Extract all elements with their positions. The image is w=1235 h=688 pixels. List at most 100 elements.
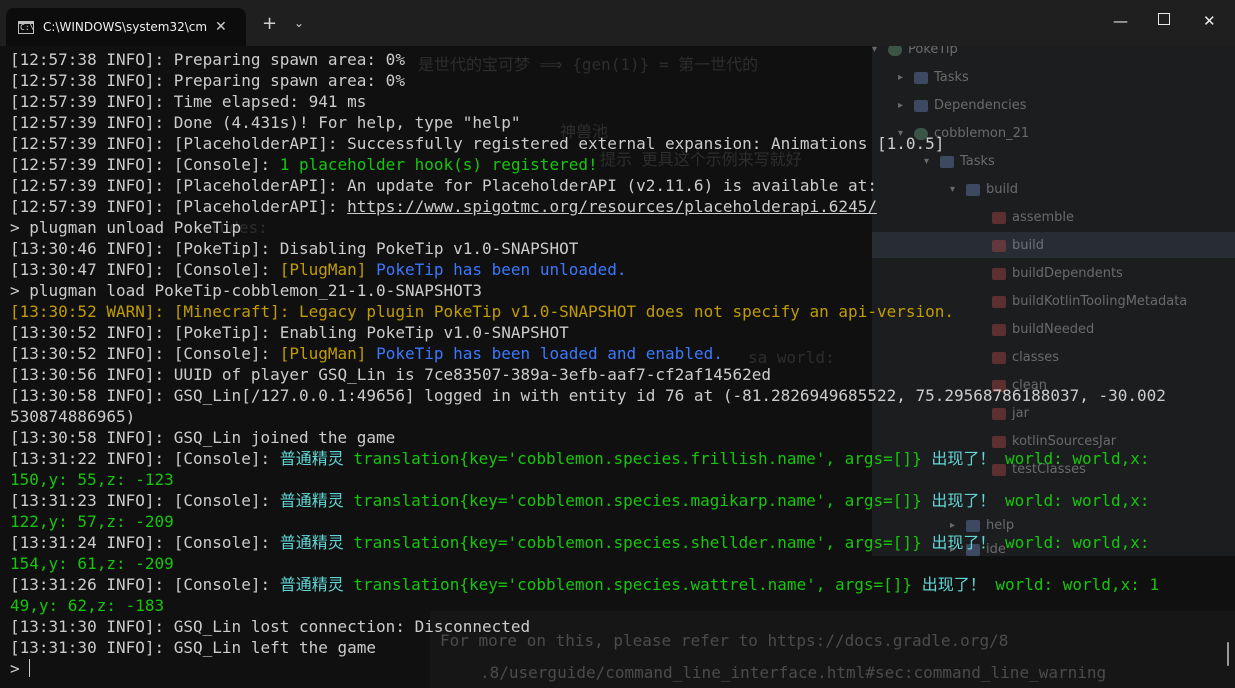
terminal-text: 530874886965) [10,407,136,426]
terminal-text: 普通精灵 [279,491,354,510]
terminal-text: [13:31:26 INFO]: [Console]: [10,575,280,594]
terminal-line: [13:30:46 INFO]: [PokeTip]: Disabling Po… [10,238,1225,259]
terminal-line: [13:31:30 INFO]: GSQ_Lin lost connection… [10,616,1225,637]
terminal-text: ] [356,260,377,279]
terminal-line: 150,y: 55,z: -123 [10,469,1225,490]
terminal-text: translation{key='cobblemon.species.frill… [353,449,922,468]
terminal-line: [12:57:39 INFO]: [Console]: 1 placeholde… [10,154,1225,175]
tab-cmd[interactable]: C:\ C:\WINDOWS\system32\cmd.exe ✕ [6,8,246,46]
terminal-text: world: world,x: 1 [985,575,1160,594]
terminal-text: [12:57:39 INFO]: [PlaceholderAPI]: [10,197,348,216]
terminal-text: [12:57:39 INFO]: [Console]: [10,155,280,174]
terminal-text: [13:31:30 INFO]: GSQ_Lin lost connection… [10,617,531,636]
terminal-line: [13:31:24 INFO]: [Console]: 普通精灵 transla… [10,532,1225,553]
terminal-line: [12:57:39 INFO]: Time elapsed: 941 ms [10,91,1225,112]
terminal-text: [13:31:24 INFO]: [Console]: [10,533,280,552]
terminal-line: 122,y: 57,z: -209 [10,511,1225,532]
terminal-line: [13:31:30 INFO]: GSQ_Lin left the game [10,637,1225,658]
terminal-text: 出现了！ [921,491,996,510]
terminal-text: 普通精灵 [279,575,354,594]
terminal-line: [13:30:58 INFO]: GSQ_Lin[/127.0.0.1:4965… [10,385,1225,406]
terminal-line: [12:57:39 INFO]: [PlaceholderAPI]: https… [10,196,1225,217]
terminal-text: world: world,x: [995,449,1150,468]
terminal-text: [13:30:52 INFO]: [PokeTip]: Enabling Pok… [10,323,569,342]
terminal-link[interactable]: https://www.spigotmc.org/resources/place… [347,197,877,216]
terminal-text: world: world,x: [995,491,1150,510]
close-window-button[interactable]: ✕ [1203,12,1216,30]
tab-title: C:\WINDOWS\system32\cmd.exe [43,20,207,34]
terminal-text: 49,y: 62,z: -183 [10,596,165,615]
terminal-line: [12:57:39 INFO]: Done (4.431s)! For help… [10,112,1225,133]
command-prompt[interactable]: > [10,658,1225,679]
terminal-text: [13:30:58 INFO]: GSQ_Lin joined the game [10,428,396,447]
maximize-button[interactable] [1158,13,1170,25]
terminal-text: [13:31:23 INFO]: [Console]: [10,491,280,510]
terminal-line: [12:57:38 INFO]: Preparing spawn area: 0… [10,70,1225,91]
prompt-symbol: > [10,659,30,678]
terminal-text: world: world,x: [995,533,1150,552]
terminal-text: > plugman unload PokeTip [10,218,242,237]
terminal-text: translation{key='cobblemon.species.wattr… [353,575,913,594]
terminal-line: > plugman load PokeTip-cobblemon_21-1.0-… [10,280,1225,301]
terminal-text: translation{key='cobblemon.species.shell… [353,533,922,552]
terminal-text: PokeTip has been unloaded. [376,260,627,279]
terminal-text: [12:57:39 INFO]: Done (4.431s)! For help… [10,113,521,132]
terminal-text: [13:30:52 INFO]: [Console]: [10,344,280,363]
terminal-line: [13:30:56 INFO]: UUID of player GSQ_Lin … [10,364,1225,385]
terminal-text: [13:30:46 INFO]: [PokeTip]: Disabling Po… [10,239,579,258]
terminal-line: 49,y: 62,z: -183 [10,595,1225,616]
terminal-text: [12:57:39 INFO]: [PlaceholderAPI]: Succe… [10,134,945,153]
new-tab-button[interactable]: + [262,13,277,34]
terminal-text: 普通精灵 [279,449,354,468]
terminal-text: [12:57:38 INFO]: Preparing spawn area: 0… [10,50,405,69]
terminal-line: [12:57:39 INFO]: [PlaceholderAPI]: Succe… [10,133,1225,154]
terminal-line: 530874886965) [10,406,1225,427]
terminal-text: [13:30:56 INFO]: UUID of player GSQ_Lin … [10,365,771,384]
chevron-down-icon[interactable]: ⌄ [294,16,304,30]
terminal-text: [13:31:22 INFO]: [Console]: [10,449,280,468]
terminal-line: 154,y: 61,z: -209 [10,553,1225,574]
terminal-line: > plugman unload PokeTip [10,217,1225,238]
terminal-text: [12:57:39 INFO]: Time elapsed: 941 ms [10,92,367,111]
terminal-text: 出现了！ [921,533,996,552]
terminal-text: [ [279,344,290,363]
terminal-text: PokeTip has been loaded and enabled. [376,344,723,363]
minimize-button[interactable]: — [1113,12,1128,30]
close-tab-icon[interactable]: ✕ [215,19,227,35]
terminal-line: [13:31:22 INFO]: [Console]: 普通精灵 transla… [10,448,1225,469]
terminal-line: [13:30:52 WARN]: [Minecraft]: Legacy plu… [10,301,1225,322]
terminal-text: [13:30:52 WARN]: [Minecraft]: Legacy plu… [10,302,955,321]
terminal-text: 1 placeholder hook(s) registered! [279,155,598,174]
terminal-line: [13:31:23 INFO]: [Console]: 普通精灵 transla… [10,490,1225,511]
terminal-line: [13:30:58 INFO]: GSQ_Lin joined the game [10,427,1225,448]
terminal-output[interactable]: [12:57:38 INFO]: Preparing spawn area: 0… [10,49,1225,679]
terminal-text: > plugman load PokeTip-cobblemon_21-1.0-… [10,281,483,300]
terminal-line: [13:30:52 INFO]: [Console]: [PlugMan] Po… [10,343,1225,364]
terminal-text: 出现了！ [921,449,996,468]
terminal-text: [12:57:38 INFO]: Preparing spawn area: 0… [10,71,405,90]
terminal-text: 154,y: 61,z: -209 [10,554,174,573]
terminal-text: 出现了！ [912,575,986,594]
terminal-text: 122,y: 57,z: -209 [10,512,174,531]
terminal-text: ] [356,344,377,363]
terminal-text: 150,y: 55,z: -123 [10,470,174,489]
text-cursor [29,659,31,677]
terminal-line: [12:57:39 INFO]: [PlaceholderAPI]: An up… [10,175,1225,196]
terminal-text: [13:30:58 INFO]: GSQ_Lin[/127.0.0.1:4965… [10,386,1166,405]
terminal-text: PlugMan [289,260,357,279]
terminal-text: [13:31:30 INFO]: GSQ_Lin left the game [10,638,377,657]
terminal-line: [13:30:52 INFO]: [PokeTip]: Enabling Pok… [10,322,1225,343]
terminal-text: [12:57:39 INFO]: [PlaceholderAPI]: An up… [10,176,877,195]
terminal-line: [12:57:38 INFO]: Preparing spawn area: 0… [10,49,1225,70]
cmd-icon: C:\ [18,20,34,34]
terminal-text: [ [279,260,290,279]
terminal-line: [13:30:47 INFO]: [Console]: [PlugMan] Po… [10,259,1225,280]
title-bar[interactable]: C:\ C:\WINDOWS\system32\cmd.exe ✕ + ⌄ — … [0,0,1235,46]
scrollbar[interactable] [1227,642,1229,666]
terminal-line: [13:31:26 INFO]: [Console]: 普通精灵 transla… [10,574,1225,595]
terminal-text: PlugMan [289,344,357,363]
terminal-window: 是世代的宝可梦 ⟹ {gen(1)} = 第一世代的 神兽池 提示 更具这个示例… [0,0,1235,688]
terminal-text: [13:30:47 INFO]: [Console]: [10,260,280,279]
terminal-text: translation{key='cobblemon.species.magik… [353,491,922,510]
terminal-text: 普通精灵 [279,533,354,552]
